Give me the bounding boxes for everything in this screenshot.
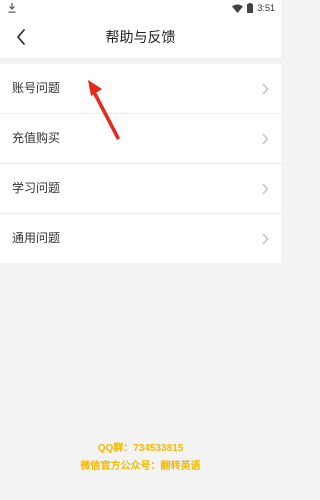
wechat-account-text: 微信官方公众号：翻转英语	[80, 461, 201, 472]
qq-group-text: QQ群：734533815	[97, 443, 184, 454]
chevron-right-icon	[262, 133, 269, 145]
status-right: 3:51	[232, 1, 275, 15]
menu-item-account[interactable]: 账号问题	[0, 64, 281, 114]
wifi-icon	[232, 4, 244, 13]
menu-list: 账号问题 充值购买 学习问题 通用问题	[0, 64, 281, 263]
download-icon	[8, 3, 16, 13]
status-bar: 3:51	[0, 0, 281, 16]
menu-item-label: 充值购买	[12, 131, 61, 145]
menu-item-label: 通用问题	[12, 231, 61, 245]
chevron-right-icon	[262, 83, 269, 95]
menu-item-study[interactable]: 学习问题	[0, 164, 281, 214]
menu-item-label: 账号问题	[12, 81, 61, 95]
chevron-right-icon	[262, 183, 269, 195]
menu-item-label: 学习问题	[12, 181, 61, 195]
footer-contact: QQ群：734533815 微信官方公众号：翻转英语	[0, 440, 281, 476]
status-time: 3:51	[257, 3, 275, 13]
battery-icon	[247, 3, 254, 13]
chevron-right-icon	[262, 233, 269, 245]
help-feedback-screen: 3:51 帮助与反馈 账号问题 充值购买 学习问题 通用问题 QQ群：73453…	[0, 0, 281, 500]
header: 帮助与反馈	[0, 16, 281, 58]
menu-item-general[interactable]: 通用问题	[0, 214, 281, 263]
page-title: 帮助与反馈	[105, 29, 176, 45]
menu-item-recharge[interactable]: 充值购买	[0, 114, 281, 164]
